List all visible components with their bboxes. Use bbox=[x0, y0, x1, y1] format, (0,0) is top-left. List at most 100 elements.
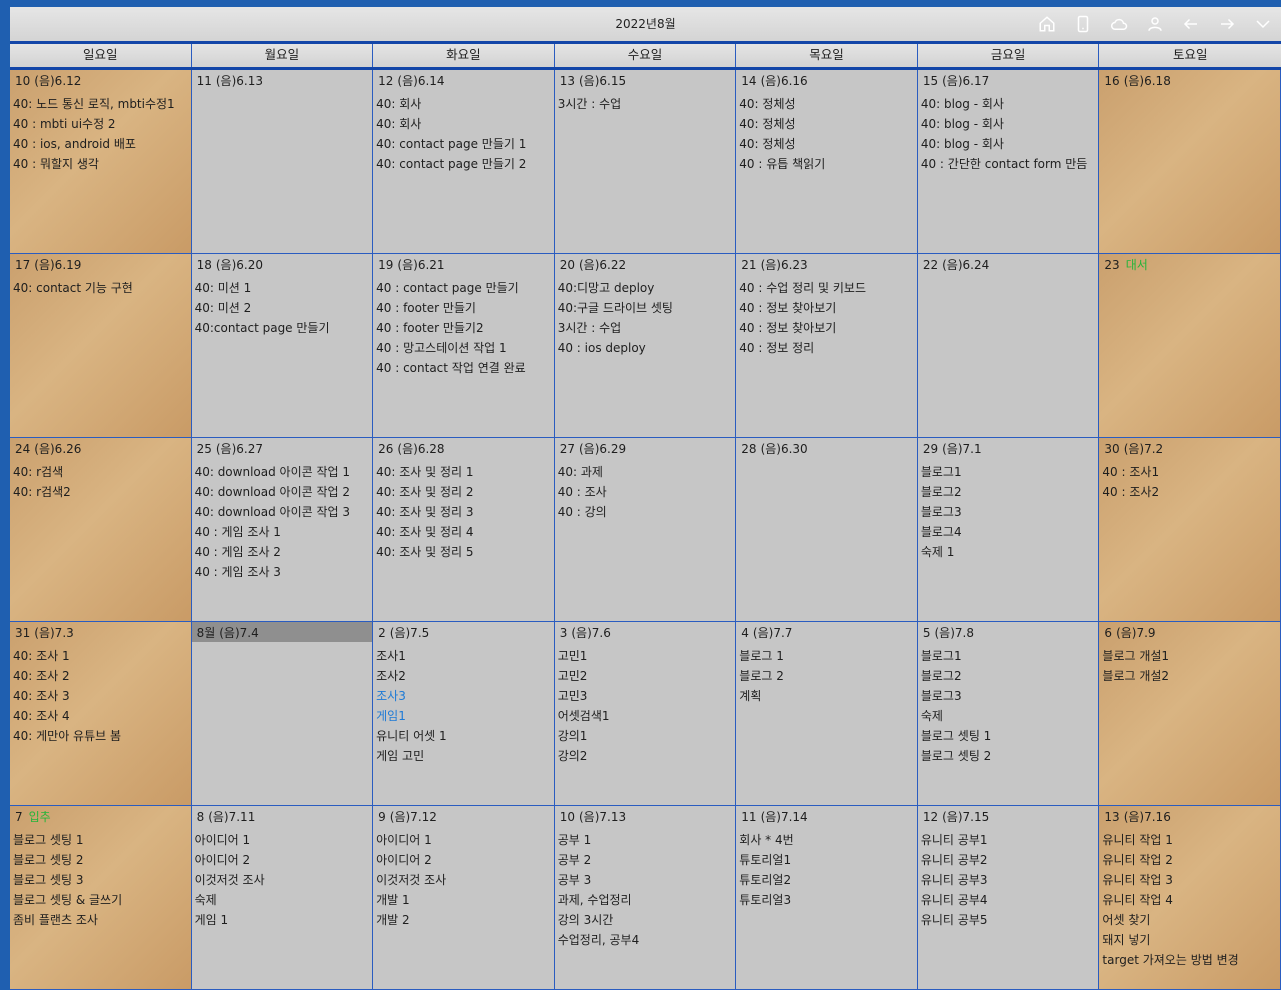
event-item[interactable]: 튜토리얼3 bbox=[739, 890, 917, 910]
day-cell[interactable]: 5 (음)7.8 블로그1 블로그2 블로그3 숙제 블로그 셋팅 1 블로그 셋팅 2 bbox=[917, 622, 1100, 806]
day-cell[interactable]: 11 (음)6.13 bbox=[191, 70, 374, 254]
event-item[interactable]: 40: 조사 및 정리 2 bbox=[376, 482, 554, 502]
event-item[interactable]: 블로그2 bbox=[921, 666, 1099, 686]
event-item[interactable]: 공부 3 bbox=[558, 870, 736, 890]
event-item[interactable]: 튜토리얼1 bbox=[739, 850, 917, 870]
day-cell[interactable]: 2 (음)7.5 조사1 조사2 조사3 게임1 유니티 어셋 1 게임 고민 bbox=[373, 622, 555, 806]
event-item[interactable]: 이것저것 조사 bbox=[195, 870, 373, 890]
day-cell[interactable]: 8 (음)7.11 아이디어 1 아이디어 2 이것저것 조사 숙제 게임 1 bbox=[191, 806, 374, 990]
event-item[interactable]: 40 : 조사 bbox=[558, 482, 736, 502]
event-item[interactable]: 블로그3 bbox=[921, 502, 1099, 522]
day-cell[interactable]: 24 (음)6.26 40: r검색 40: r검색2 bbox=[10, 438, 192, 622]
event-item[interactable]: 블로그 1 bbox=[739, 646, 917, 666]
day-cell[interactable]: 30 (음)7.2 40 : 조사1 40 : 조사2 bbox=[1099, 438, 1281, 622]
event-item[interactable]: 40: 조사 4 bbox=[13, 706, 191, 726]
day-cell[interactable]: 27 (음)6.29 40: 과제 40 : 조사 40 : 강의 bbox=[554, 438, 737, 622]
event-item[interactable]: 아이디어 1 bbox=[195, 830, 373, 850]
event-item[interactable]: 40: 조사 3 bbox=[13, 686, 191, 706]
event-item[interactable]: 40: download 아이콘 작업 1 bbox=[195, 462, 373, 482]
event-item[interactable]: 유니티 공부4 bbox=[921, 890, 1099, 910]
event-item[interactable]: 공부 1 bbox=[558, 830, 736, 850]
event-item[interactable]: 40 : 수업 정리 및 키보드 bbox=[739, 278, 917, 298]
event-item[interactable]: 게임1 bbox=[376, 706, 554, 726]
event-item[interactable]: 유니티 공부2 bbox=[921, 850, 1099, 870]
day-cell[interactable]: 12 (음)7.15 유니티 공부1 유니티 공부2 유니티 공부3 유니티 공부4 유니티… bbox=[917, 806, 1100, 990]
day-cell[interactable]: 12 (음)6.14 40: 회사 40: 회사 40: contact page 만들… bbox=[373, 70, 555, 254]
event-item[interactable]: 40: 미션 2 bbox=[195, 298, 373, 318]
event-item[interactable]: 40: 정체성 bbox=[739, 114, 917, 134]
day-cell[interactable]: 4 (음)7.7 블로그 1 블로그 2 계획 bbox=[736, 622, 918, 806]
day-cell[interactable]: 13 (음)7.16 유니티 작업 1 유니티 작업 2 유니티 작업 3 유니티 작업 … bbox=[1099, 806, 1281, 990]
day-cell[interactable]: 19 (음)6.21 40 : contact page 만들기 40 : foote… bbox=[373, 254, 555, 438]
event-item[interactable]: 40 : contact page 만들기 bbox=[376, 278, 554, 298]
event-item[interactable]: 블로그 셋팅 3 bbox=[13, 870, 191, 890]
day-cell[interactable]: 9 (음)7.12 아이디어 1 아이디어 2 이것저것 조사 개발 1 개발 2 bbox=[373, 806, 555, 990]
event-item[interactable]: 40: 회사 bbox=[376, 114, 554, 134]
event-item[interactable]: 과제, 수업정리 bbox=[558, 890, 736, 910]
event-item[interactable]: 유니티 공부5 bbox=[921, 910, 1099, 930]
arrow-left-icon[interactable] bbox=[1173, 7, 1209, 41]
event-item[interactable]: 블로그 셋팅 1 bbox=[13, 830, 191, 850]
event-item[interactable]: 이것저것 조사 bbox=[376, 870, 554, 890]
day-cell[interactable]: 17 (음)6.19 40: contact 기능 구현 bbox=[10, 254, 192, 438]
event-item[interactable]: 고민1 bbox=[558, 646, 736, 666]
event-item[interactable]: 40 : footer 만들기 bbox=[376, 298, 554, 318]
day-cell[interactable]: 18 (음)6.20 40: 미션 1 40: 미션 2 40:contact page… bbox=[191, 254, 374, 438]
event-item[interactable]: 유니티 작업 3 bbox=[1102, 870, 1280, 890]
event-item[interactable]: 40: 조사 및 정리 5 bbox=[376, 542, 554, 562]
event-item[interactable]: 블로그1 bbox=[921, 646, 1099, 666]
event-item[interactable]: 블로그 개설1 bbox=[1102, 646, 1280, 666]
user-icon[interactable] bbox=[1137, 7, 1173, 41]
event-item[interactable]: 40 : 정보 찾아보기 bbox=[739, 318, 917, 338]
event-item[interactable]: 40 : 조사2 bbox=[1102, 482, 1280, 502]
day-cell[interactable]: 13 (음)6.15 3시간 : 수업 bbox=[554, 70, 737, 254]
event-item[interactable]: 3시간 : 수업 bbox=[558, 318, 736, 338]
event-item[interactable]: 40:디망고 deploy bbox=[558, 278, 736, 298]
event-item[interactable]: 유니티 어셋 1 bbox=[376, 726, 554, 746]
event-item[interactable]: 블로그 셋팅 1 bbox=[921, 726, 1099, 746]
event-item[interactable]: 숙제 bbox=[195, 890, 373, 910]
event-item[interactable]: 공부 2 bbox=[558, 850, 736, 870]
event-item[interactable]: 40: 정체성 bbox=[739, 134, 917, 154]
event-item[interactable]: 어셋 찾기 bbox=[1102, 910, 1280, 930]
event-item[interactable]: 40: 정체성 bbox=[739, 94, 917, 114]
event-item[interactable]: 40 : 게임 조사 2 bbox=[195, 542, 373, 562]
event-item[interactable]: 40 : mbti ui수정 2 bbox=[13, 114, 191, 134]
day-cell[interactable]: 8월 (음)7.4 bbox=[191, 622, 374, 806]
event-item[interactable]: 40 : 간단한 contact form 만듬 bbox=[921, 154, 1099, 174]
event-item[interactable]: 숙제 1 bbox=[921, 542, 1099, 562]
event-item[interactable]: 조사2 bbox=[376, 666, 554, 686]
event-item[interactable]: 아이디어 1 bbox=[376, 830, 554, 850]
event-item[interactable]: 유니티 작업 2 bbox=[1102, 850, 1280, 870]
event-item[interactable]: 40: 조사 1 bbox=[13, 646, 191, 666]
event-item[interactable]: 40 : 게임 조사 1 bbox=[195, 522, 373, 542]
event-item[interactable]: 40 : 유틉 책읽기 bbox=[739, 154, 917, 174]
event-item[interactable]: 40: download 아이콘 작업 2 bbox=[195, 482, 373, 502]
event-item[interactable]: 블로그 개설2 bbox=[1102, 666, 1280, 686]
event-item[interactable]: 튜토리얼2 bbox=[739, 870, 917, 890]
event-item[interactable]: 40: contact page 만들기 2 bbox=[376, 154, 554, 174]
event-item[interactable]: 고민2 bbox=[558, 666, 736, 686]
event-item[interactable]: 블로그1 bbox=[921, 462, 1099, 482]
event-item[interactable]: 40: r검색2 bbox=[13, 482, 191, 502]
event-item[interactable]: 40 : ios deploy bbox=[558, 338, 736, 358]
event-item[interactable]: 강의 3시간 bbox=[558, 910, 736, 930]
event-item[interactable]: 게임 1 bbox=[195, 910, 373, 930]
event-item[interactable]: 블로그 셋팅 2 bbox=[921, 746, 1099, 766]
day-cell[interactable]: 28 (음)6.30 bbox=[736, 438, 918, 622]
event-item[interactable]: 블로그 셋팅 & 글쓰기 bbox=[13, 890, 191, 910]
event-item[interactable]: 40 : 강의 bbox=[558, 502, 736, 522]
event-item[interactable]: 강의2 bbox=[558, 746, 736, 766]
event-item[interactable]: 개발 1 bbox=[376, 890, 554, 910]
event-item[interactable]: 개발 2 bbox=[376, 910, 554, 930]
day-cell[interactable]: 3 (음)7.6 고민1 고민2 고민3 어셋검색1 강의1 강의2 bbox=[554, 622, 737, 806]
event-item[interactable]: 3시간 : 수업 bbox=[558, 94, 736, 114]
event-item[interactable]: 40 : 뭐할지 생각 bbox=[13, 154, 191, 174]
event-item[interactable]: 유니티 공부1 bbox=[921, 830, 1099, 850]
event-item[interactable]: 게임 고민 bbox=[376, 746, 554, 766]
day-cell[interactable]: 10 (음)6.12 40: 노드 통신 로직, mbti수정1 40 : mbti … bbox=[10, 70, 192, 254]
event-item[interactable]: 40: 과제 bbox=[558, 462, 736, 482]
event-item[interactable]: 블로그3 bbox=[921, 686, 1099, 706]
event-item[interactable]: 블로그4 bbox=[921, 522, 1099, 542]
event-item[interactable]: 40 : contact 작업 연결 완료 bbox=[376, 358, 554, 378]
